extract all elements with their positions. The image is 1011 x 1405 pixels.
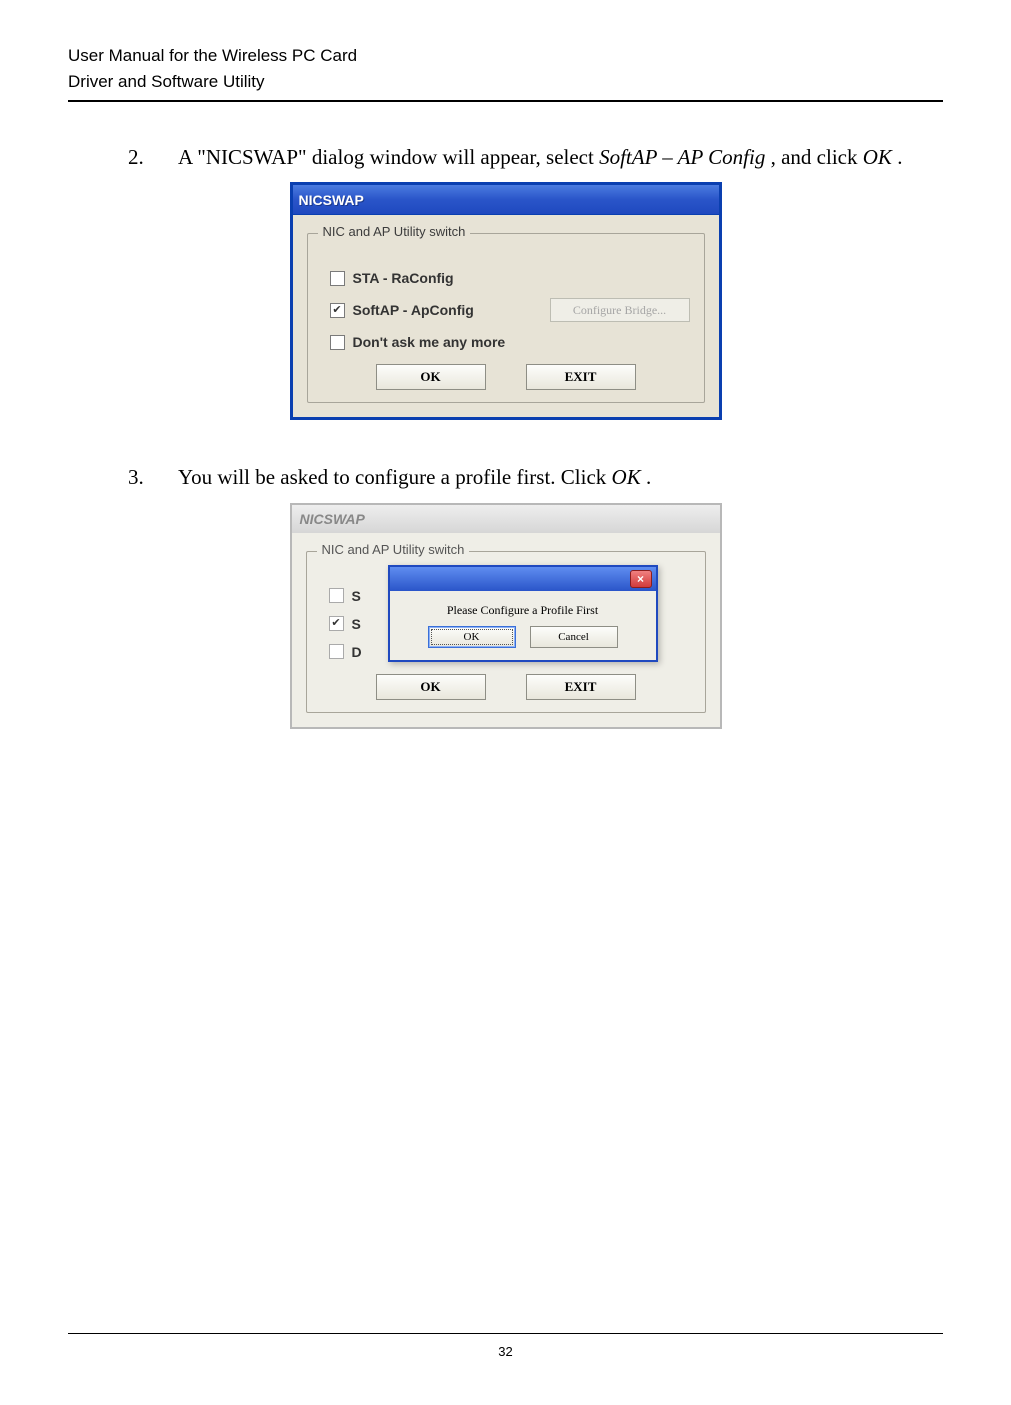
step-3-body: You will be asked to configure a profile… [178, 462, 943, 492]
nic-ap-groupbox: NIC and AP Utility switch STA - RaConfig… [307, 233, 705, 403]
checkbox-sta[interactable] [330, 271, 345, 286]
step-3-text-post: . [646, 465, 651, 489]
header-line-2: Driver and Software Utility [68, 72, 943, 92]
nicswap-titlebar[interactable]: NICSWAP [293, 185, 719, 215]
figure-nicswap-dialog: NICSWAP NIC and AP Utility switch STA - … [68, 182, 943, 420]
nicswap-title: NICSWAP [299, 192, 364, 208]
opt-dontask-row: Don't ask me any more [330, 334, 690, 350]
ok-button[interactable]: OK [376, 364, 486, 390]
popup-ok-button[interactable]: OK [428, 626, 516, 648]
checkbox-dontask[interactable] [330, 335, 345, 350]
step-3-em-ok: OK [612, 465, 641, 489]
configure-profile-popup: × Please Configure a Profile First OK Ca… [388, 565, 658, 662]
step-2: 2. A "NICSWAP" dialog window will appear… [128, 142, 943, 172]
checkbox-softap-inactive [329, 616, 344, 631]
configure-bridge-button: Configure Bridge... [550, 298, 690, 322]
step-2-em-ok: OK [863, 145, 892, 169]
opt-sta-row: STA - RaConfig [330, 270, 690, 286]
step-2-text-mid: , and click [771, 145, 863, 169]
close-icon[interactable]: × [630, 570, 652, 588]
step-2-em-softap: SoftAP – AP Config [599, 145, 765, 169]
step-2-body: A "NICSWAP" dialog window will appear, s… [178, 142, 943, 172]
nicswap-inactive-titlebar: NICSWAP [292, 505, 720, 533]
checkbox-sta-inactive [329, 588, 344, 603]
nicswap-button-row: OK EXIT [322, 364, 690, 390]
checkbox-softap[interactable] [330, 303, 345, 318]
nicswap-inactive-title: NICSWAP [300, 511, 365, 527]
figure-configure-profile-popup: NICSWAP NIC and AP Utility switch S S D [68, 503, 943, 729]
nicswap-dialog: NICSWAP NIC and AP Utility switch STA - … [290, 182, 722, 420]
opt-softap-label: SoftAP - ApConfig [353, 302, 474, 318]
checkbox-dontask-inactive [329, 644, 344, 659]
nicswap-inactive-dialog: NICSWAP NIC and AP Utility switch S S D [290, 503, 722, 729]
opt-dontask-label-trunc: D [352, 644, 362, 660]
opt-softap-row: SoftAP - ApConfig Configure Bridge... [330, 298, 690, 322]
step-3-text-pre: You will be asked to configure a profile… [178, 465, 612, 489]
page-number: 32 [68, 1344, 943, 1359]
nicswap-body: NIC and AP Utility switch STA - RaConfig… [293, 215, 719, 417]
ok-button-inactive: OK [376, 674, 486, 700]
step-2-number: 2. [128, 142, 150, 172]
exit-button[interactable]: EXIT [526, 364, 636, 390]
step-2-text-post: . [897, 145, 902, 169]
popup-cancel-button[interactable]: Cancel [530, 626, 618, 648]
opt-dontask-label: Don't ask me any more [353, 334, 506, 350]
header-rule [68, 100, 943, 102]
step-3: 3. You will be asked to configure a prof… [128, 462, 943, 492]
popup-button-row: OK Cancel [390, 626, 656, 660]
nicswap-inactive-button-row: OK EXIT [321, 674, 691, 700]
popup-titlebar[interactable]: × [390, 567, 656, 591]
step-2-text-pre: A "NICSWAP" dialog window will appear, s… [178, 145, 599, 169]
popup-message: Please Configure a Profile First [390, 591, 656, 626]
step-3-number: 3. [128, 462, 150, 492]
opt-sta-label: STA - RaConfig [353, 270, 454, 286]
nic-ap-groupbox-legend: NIC and AP Utility switch [318, 224, 471, 239]
opt-softap-label-trunc: S [352, 616, 361, 632]
nic-ap-groupbox-legend-inactive: NIC and AP Utility switch [317, 542, 470, 557]
footer: 32 [68, 1333, 943, 1359]
exit-button-inactive: EXIT [526, 674, 636, 700]
footer-rule [68, 1333, 943, 1334]
opt-sta-label-trunc: S [352, 588, 361, 604]
header-line-1: User Manual for the Wireless PC Card [68, 46, 943, 66]
